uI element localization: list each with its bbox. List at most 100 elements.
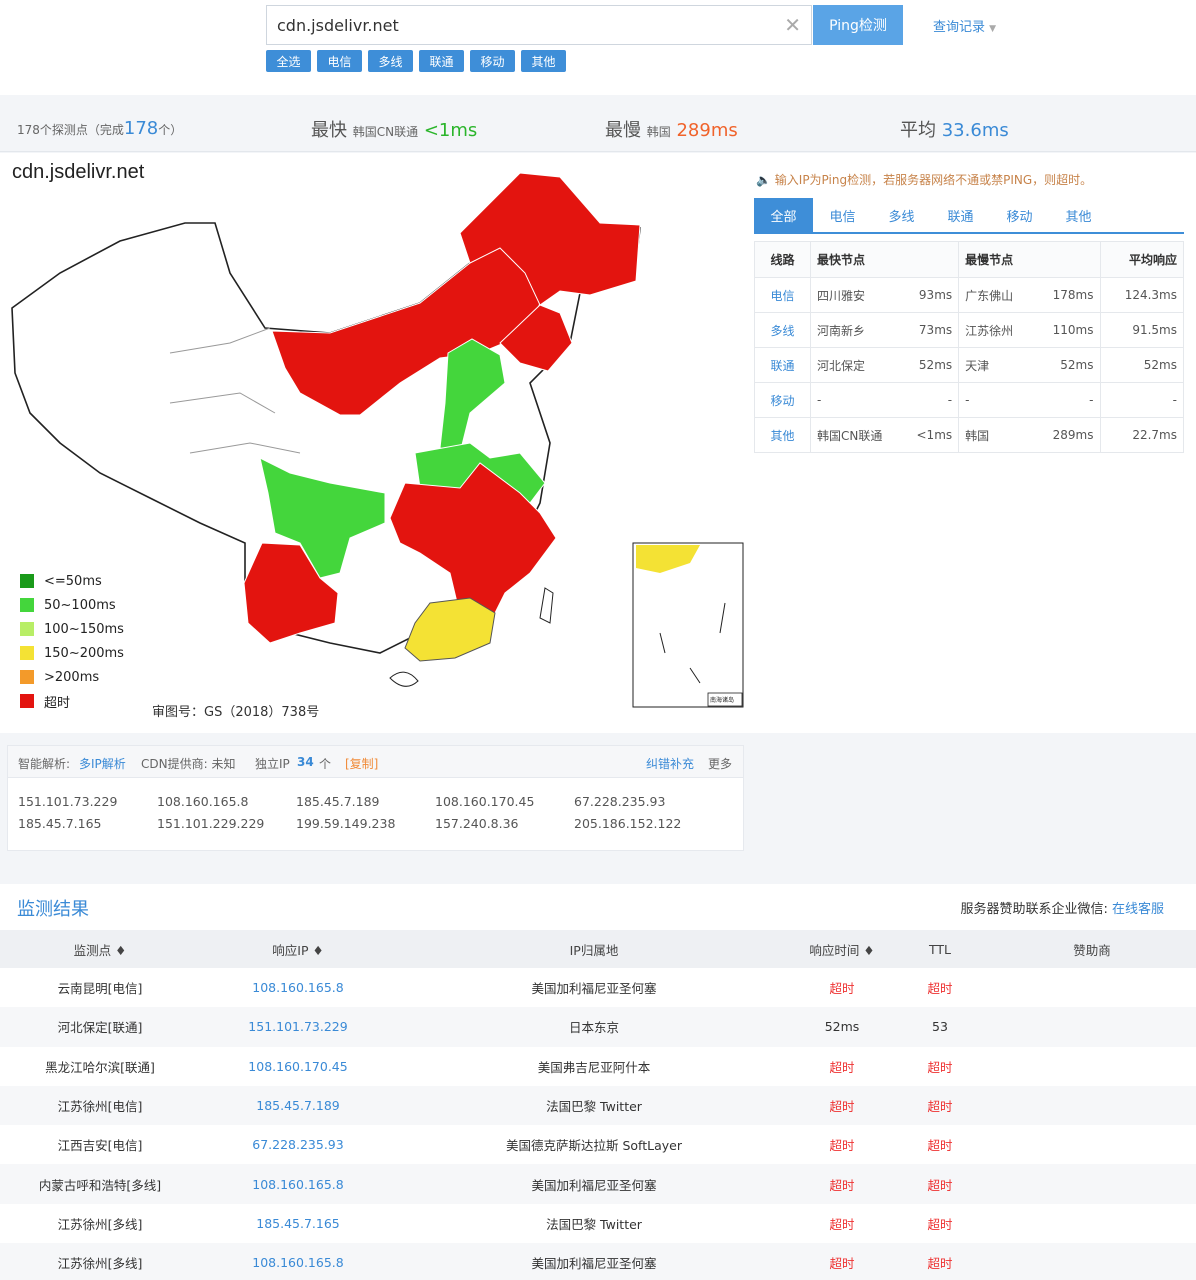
legend-swatch [20, 694, 34, 708]
response-ip[interactable]: 151.101.73.229 [200, 1007, 396, 1047]
header: ✕ Ping检测 查询记录 ▼ 全选 电信 多线 联通 移动 其他 [0, 0, 1196, 95]
response-ip[interactable]: 108.160.170.45 [200, 1047, 396, 1086]
line-cell: 73ms [910, 312, 960, 348]
probe-count: 178个探测点（完成178个） [17, 118, 183, 139]
ip-address: 108.160.170.45 [435, 794, 535, 809]
probe-node: 江西吉安[电信] [57, 1138, 143, 1154]
response-time: 52ms [792, 1007, 892, 1047]
ip-location: 法国巴黎 Twitter [546, 1216, 642, 1232]
sponsor-contact: 服务器赞助联系企业微信: 在线客服 [960, 902, 1164, 917]
probe-node: 内蒙古呼和浩特[多线] [0, 1164, 200, 1204]
tab-mobile[interactable]: 移动 [990, 198, 1049, 232]
ttl: 超时 [892, 1085, 988, 1126]
ip-address: 205.186.152.122 [574, 816, 682, 831]
legend-swatch [20, 622, 34, 636]
line-cell: 22.7ms [1099, 417, 1184, 453]
line-cell: - [1046, 382, 1101, 418]
response-ip[interactable]: 108.160.165.8 [200, 968, 396, 1007]
line-cell: 韩国CN联通 [810, 417, 911, 453]
sort-probe-header[interactable]: 监测点 ♦ [0, 930, 200, 968]
more-link[interactable]: 更多 [708, 755, 732, 772]
ip-address: 151.101.229.229 [157, 816, 265, 831]
line-link[interactable]: 联通 [754, 347, 811, 383]
legend-label: 150~200ms [44, 645, 124, 661]
response-time: 超时 [829, 1059, 855, 1075]
response-ip[interactable]: 108.160.165.8 [200, 1243, 396, 1280]
line-cell: 110ms [1046, 312, 1101, 348]
results-header: 监测点 ♦ 响应IP ♦ IP归属地 响应时间 ♦ TTL 赞助商 [0, 930, 1196, 968]
inset-label: 南海诸岛 [710, 696, 734, 704]
table-row: 河北保定[联通] 151.101.73.229 日本东京 52ms 53 [0, 1007, 1196, 1047]
line-cell: 91.5ms [1099, 312, 1184, 348]
probe-node: 江苏徐州[多线] [0, 1243, 200, 1280]
line-cell: 289ms [1046, 417, 1101, 453]
line-cell: 52ms [1099, 347, 1184, 383]
multi-ip-link[interactable]: 多IP解析 [79, 755, 126, 772]
ip-location: 日本东京 [396, 1007, 792, 1047]
ip-address: 151.101.73.229 [18, 794, 118, 809]
legend-label: <=50ms [44, 573, 102, 589]
ip-location: 美国加利福尼亚圣何塞 [396, 1243, 792, 1280]
table-row: 江苏徐州[多线] 108.160.165.8 美国加利福尼亚圣何塞 超时 超时 [0, 1243, 1196, 1280]
table-row: 江苏徐州[多线] 185.45.7.165 法国巴黎 Twitter 超时 超时 [0, 1204, 1196, 1243]
tab-other[interactable]: 其他 [1049, 198, 1108, 232]
response-ip[interactable]: 67.228.235.93 [200, 1125, 396, 1164]
chevron-down-icon: ▼ [989, 24, 997, 34]
map-panel: cdn.jsdelivr.net 南海诸岛 <=50ms 50~100ms 10… [0, 153, 748, 733]
line-table-row: 移动 - - - - - [754, 382, 1184, 418]
tab-telecom[interactable]: 电信 [813, 198, 872, 232]
results-table: 监测点 ♦ 响应IP ♦ IP归属地 响应时间 ♦ TTL 赞助商 云南昆明[电… [0, 930, 1196, 1280]
map-legend: <=50ms 50~100ms 100~150ms 150~200ms >200ms 超时 [20, 569, 124, 713]
ttl: 超时 [927, 1216, 953, 1232]
filter-telecom-button[interactable]: 电信 [317, 50, 362, 72]
legend-item: <=50ms [20, 569, 124, 593]
search-input[interactable] [267, 6, 767, 44]
response-ip[interactable]: 185.45.7.165 [200, 1204, 396, 1243]
correct-link[interactable]: 纠错补充 [646, 755, 694, 772]
legend-swatch [20, 598, 34, 612]
ip-address: 108.160.165.8 [157, 794, 249, 809]
filter-multiline-button[interactable]: 多线 [368, 50, 413, 72]
ttl: 超时 [927, 1138, 953, 1154]
sort-time-header[interactable]: 响应时间 ♦ [792, 930, 892, 968]
line-table-body: 电信 四川雅安 93ms 广东佛山 178ms 124.3ms 多线 河南新乡 73ms 江苏徐州… [754, 277, 1184, 453]
line-link[interactable]: 移动 [754, 382, 811, 418]
line-cell: 52ms [1046, 347, 1101, 383]
ttl: 超时 [927, 1059, 953, 1075]
line-tabs: 全部 电信 多线 联通 移动 其他 [754, 198, 1184, 234]
filter-other-button[interactable]: 其他 [521, 50, 566, 72]
line-cell: 四川雅安 [810, 277, 911, 313]
clear-icon[interactable]: ✕ [784, 13, 801, 37]
response-ip[interactable]: 185.45.7.189 [200, 1085, 396, 1126]
online-service-link[interactable]: 在线客服 [1112, 902, 1164, 917]
line-cell: 178ms [1046, 277, 1101, 313]
line-link[interactable]: 多线 [754, 312, 811, 348]
slowest-stat: 最慢 韩国 289ms [605, 120, 738, 141]
history-dropdown[interactable]: 查询记录 ▼ [933, 16, 996, 35]
legend-label: 超时 [44, 695, 71, 711]
ip-address: 199.59.149.238 [296, 816, 396, 831]
response-ip[interactable]: 108.160.165.8 [200, 1164, 396, 1204]
ip-row: 185.45.7.165 151.101.229.229 199.59.149.23… [18, 816, 713, 831]
filter-mobile-button[interactable]: 移动 [470, 50, 515, 72]
tab-unicom[interactable]: 联通 [931, 198, 990, 232]
line-link[interactable]: 其他 [754, 417, 811, 453]
line-table-row: 其他 韩国CN联通 <1ms 韩国 289ms 22.7ms [754, 417, 1184, 453]
legend-item: 100~150ms [20, 617, 124, 641]
tab-multiline[interactable]: 多线 [872, 198, 931, 232]
ping-button[interactable]: Ping检测 [813, 5, 903, 45]
probe-node: 江苏徐州[电信] [0, 1085, 200, 1126]
ip-address: 185.45.7.165 [18, 816, 102, 831]
filter-unicom-button[interactable]: 联通 [419, 50, 464, 72]
sort-ip-header[interactable]: 响应IP ♦ [200, 930, 396, 968]
sponsor [988, 1243, 1196, 1280]
response-time: 超时 [792, 1164, 892, 1204]
tab-all[interactable]: 全部 [754, 198, 813, 232]
copy-button[interactable]: [复制] [345, 755, 378, 772]
notice: 🔈 输入IP为Ping检测，若服务器网络不通或禁PING，则超时。 [756, 173, 1093, 187]
line-link[interactable]: 电信 [754, 277, 811, 313]
filter-all-button[interactable]: 全选 [266, 50, 311, 72]
ip-label: 独立IP [255, 757, 290, 771]
response-time: 超时 [829, 1138, 855, 1154]
page: ✕ Ping检测 查询记录 ▼ 全选 电信 多线 联通 移动 其他 178个探测… [0, 0, 1196, 1280]
